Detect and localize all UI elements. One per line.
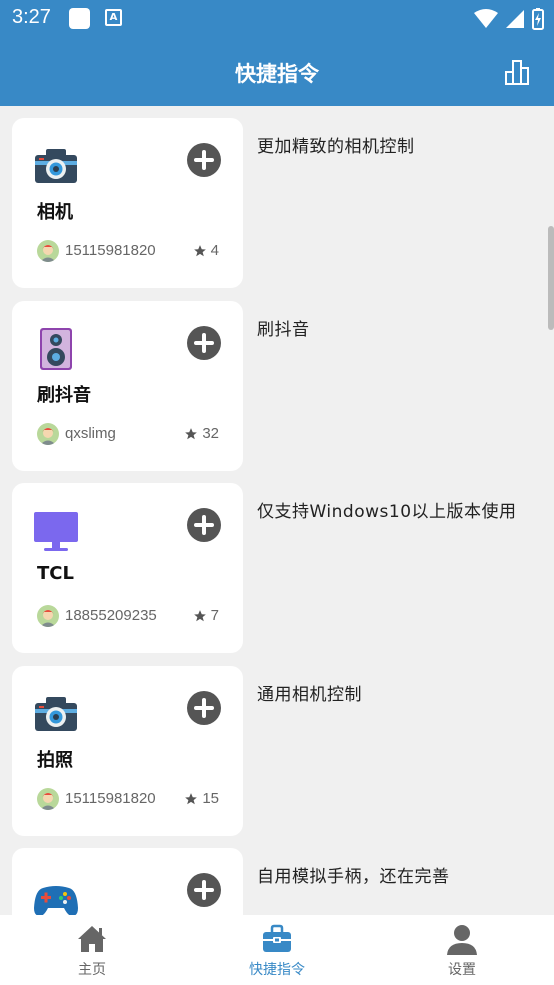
shortcut-row[interactable]: 刷抖音 qxslimg 32 刷抖音: [12, 301, 542, 471]
star-count: 7: [193, 607, 219, 624]
shortcut-description: 仅支持Windows10以上版本使用: [257, 502, 517, 522]
notification-icon: [69, 8, 90, 29]
monitor-icon: [34, 512, 78, 551]
battery-icon: [532, 8, 544, 30]
camera-icon: [35, 149, 77, 183]
shortcut-row[interactable]: 自用模拟手柄，还在完善: [12, 848, 542, 915]
author-name: 15115981820: [65, 242, 156, 259]
shortcut-card[interactable]: 拍照 15115981820 15: [12, 666, 243, 836]
avatar: [37, 788, 59, 810]
author-name: 15115981820: [65, 790, 156, 807]
star-count-value: 4: [210, 242, 219, 259]
shortcut-card[interactable]: [12, 848, 243, 915]
bar-chart-icon[interactable]: [504, 58, 532, 86]
avatar: [37, 240, 59, 262]
shortcut-row[interactable]: TCL 18855209235 7 仅支持Windows10以上版本使用: [12, 483, 542, 653]
shortcut-row[interactable]: 拍照 15115981820 15 通用相机控制: [12, 666, 542, 836]
shortcut-card[interactable]: 刷抖音 qxslimg 32: [12, 301, 243, 471]
keyboard-notification-icon: A: [105, 9, 122, 26]
star-count: 4: [193, 242, 219, 259]
star-icon: [193, 244, 206, 256]
star-count-value: 32: [202, 425, 219, 442]
nav-tab-shortcuts[interactable]: 快捷指令: [185, 915, 369, 985]
nav-label: 设置: [448, 962, 476, 978]
wifi-icon: [474, 9, 498, 28]
star-count-value: 7: [210, 607, 219, 624]
star-count: 32: [184, 425, 219, 442]
shortcut-name: TCL: [37, 563, 74, 584]
home-icon: [78, 926, 106, 952]
add-button[interactable]: [187, 508, 221, 542]
signal-icon: [506, 10, 524, 28]
nav-label: 快捷指令: [249, 962, 305, 978]
shortcut-card[interactable]: TCL 18855209235 7: [12, 483, 243, 653]
star-icon: [193, 609, 206, 621]
avatar: [37, 605, 59, 627]
add-button[interactable]: [187, 326, 221, 360]
toolbox-icon: [263, 924, 291, 952]
star-count-value: 15: [202, 790, 219, 807]
shortcut-name: 刷抖音: [37, 385, 91, 406]
author-name: qxslimg: [65, 425, 116, 442]
shortcut-name: 拍照: [37, 750, 73, 771]
gamepad-icon: [34, 886, 78, 915]
shortcut-description: 更加精致的相机控制: [257, 137, 415, 157]
shortcut-description: 自用模拟手柄，还在完善: [257, 867, 450, 887]
shortcut-name: 相机: [37, 202, 73, 223]
shortcut-list[interactable]: 相机 15115981820 4 更加精致的相机控制 刷抖音 qxslimg 3…: [0, 106, 554, 915]
add-button[interactable]: [187, 143, 221, 177]
star-count: 15: [184, 790, 219, 807]
shortcut-description: 通用相机控制: [257, 685, 362, 705]
add-button[interactable]: [187, 691, 221, 725]
shortcut-row[interactable]: 相机 15115981820 4 更加精致的相机控制: [12, 118, 542, 288]
status-bar: 3:27 A: [0, 0, 554, 38]
shortcut-card[interactable]: 相机 15115981820 4: [12, 118, 243, 288]
avatar: [37, 423, 59, 445]
add-button[interactable]: [187, 873, 221, 907]
nav-label: 主页: [78, 962, 106, 978]
nav-tab-settings[interactable]: 设置: [370, 915, 554, 985]
scrollbar-thumb[interactable]: [548, 226, 554, 330]
status-time: 3:27: [12, 6, 51, 28]
author-name: 18855209235: [65, 607, 157, 624]
page-title: 快捷指令: [235, 62, 319, 86]
person-icon: [447, 925, 477, 955]
camera-icon: [35, 697, 77, 731]
star-icon: [185, 427, 198, 439]
speaker-icon: [40, 328, 72, 370]
nav-tab-home[interactable]: 主页: [0, 915, 184, 985]
star-icon: [185, 792, 198, 804]
bottom-nav: 主页 快捷指令 设置: [0, 915, 554, 985]
shortcut-description: 刷抖音: [257, 320, 310, 340]
app-bar: 快捷指令: [0, 38, 554, 106]
